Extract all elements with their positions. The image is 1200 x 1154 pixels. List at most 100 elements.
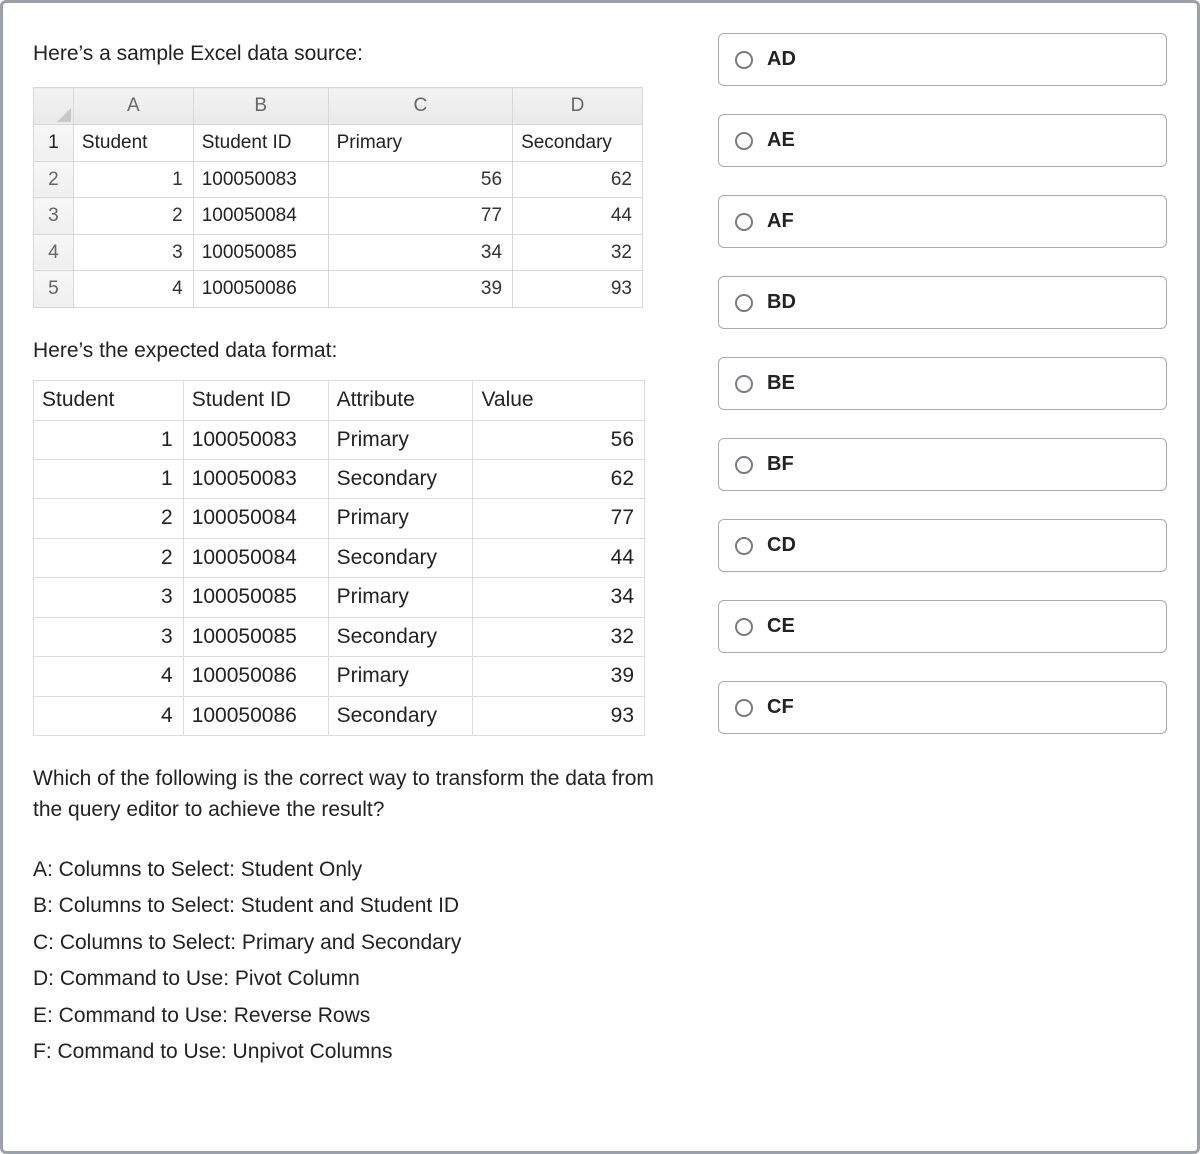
cell: 34 (328, 234, 512, 271)
answer-label: AF (767, 210, 794, 233)
answer-label: CF (767, 696, 794, 719)
cell: 100050085 (193, 234, 328, 271)
radio-icon (735, 51, 753, 69)
cell: 32 (513, 234, 643, 271)
answer-option-AF[interactable]: AF (718, 195, 1167, 248)
cell: 93 (473, 696, 645, 735)
answer-label: CD (767, 534, 796, 557)
cell: 3 (73, 234, 193, 271)
radio-icon (735, 294, 753, 312)
col-header-C: C (328, 88, 512, 125)
table-row: 3 100050085 Primary 34 (34, 578, 645, 617)
table-row: 4 3 100050085 34 32 (34, 234, 643, 271)
option-def-E: E: Command to Use: Reverse Rows (33, 1001, 688, 1031)
cell: Primary (328, 420, 473, 459)
cell: 100050083 (183, 420, 328, 459)
cell: 39 (473, 657, 645, 696)
cell: 2 (73, 198, 193, 235)
cell: 100050085 (183, 617, 328, 656)
th: Student (34, 381, 184, 420)
th: Student ID (183, 381, 328, 420)
radio-icon (735, 213, 753, 231)
cell: 77 (328, 198, 512, 235)
expected-label: Here’s the expected data format: (33, 336, 688, 366)
option-def-F: F: Command to Use: Unpivot Columns (33, 1037, 688, 1067)
row-header: 4 (34, 234, 74, 271)
answer-option-AD[interactable]: AD (718, 33, 1167, 86)
table-row: 5 4 100050086 39 93 (34, 271, 643, 308)
answer-label: CE (767, 615, 795, 638)
answer-label: AE (767, 129, 795, 152)
cell: Primary (328, 124, 512, 161)
answer-option-CF[interactable]: CF (718, 681, 1167, 734)
cell: 44 (513, 198, 643, 235)
option-def-C: C: Columns to Select: Primary and Second… (33, 928, 688, 958)
answer-option-AE[interactable]: AE (718, 114, 1167, 167)
th: Attribute (328, 381, 473, 420)
table-row: 2 1 100050083 56 62 (34, 161, 643, 198)
cell: 39 (328, 271, 512, 308)
cell: 100050084 (193, 198, 328, 235)
answer-label: BF (767, 453, 794, 476)
answer-option-BF[interactable]: BF (718, 438, 1167, 491)
table-row: 1 100050083 Primary 56 (34, 420, 645, 459)
answer-option-BE[interactable]: BE (718, 357, 1167, 410)
table-row: 4 100050086 Secondary 93 (34, 696, 645, 735)
cell: 3 (34, 617, 184, 656)
cell: 100050085 (183, 578, 328, 617)
cell: 1 (34, 460, 184, 499)
intro-text: Here’s a sample Excel data source: (33, 39, 688, 69)
cell: 3 (34, 578, 184, 617)
row-header: 5 (34, 271, 74, 308)
table-row: 2 100050084 Primary 77 (34, 499, 645, 538)
option-def-D: D: Command to Use: Pivot Column (33, 964, 688, 994)
table-row: 1 100050083 Secondary 62 (34, 460, 645, 499)
cell: 100050086 (183, 696, 328, 735)
radio-icon (735, 132, 753, 150)
cell: 93 (513, 271, 643, 308)
cell: 44 (473, 538, 645, 577)
answer-label: BD (767, 291, 796, 314)
row-header: 1 (34, 124, 74, 161)
cell: Primary (328, 578, 473, 617)
radio-icon (735, 618, 753, 636)
answer-label: BE (767, 372, 795, 395)
cell: 34 (473, 578, 645, 617)
radio-icon (735, 537, 753, 555)
cell: 1 (34, 420, 184, 459)
cell: Student (73, 124, 193, 161)
cell: 4 (34, 696, 184, 735)
cell: 100050084 (183, 499, 328, 538)
table-row: 3 100050085 Secondary 32 (34, 617, 645, 656)
cell: 2 (34, 538, 184, 577)
option-definitions: A: Columns to Select: Student Only B: Co… (33, 855, 688, 1068)
select-all-triangle-icon (57, 108, 71, 122)
answer-option-CE[interactable]: CE (718, 600, 1167, 653)
cell: 100050083 (183, 460, 328, 499)
col-header-B: B (193, 88, 328, 125)
cell: 100050086 (183, 657, 328, 696)
cell: 77 (473, 499, 645, 538)
answer-label: AD (767, 48, 796, 71)
radio-icon (735, 699, 753, 717)
row-header: 2 (34, 161, 74, 198)
answer-option-BD[interactable]: BD (718, 276, 1167, 329)
cell: 56 (328, 161, 512, 198)
answer-option-CD[interactable]: CD (718, 519, 1167, 572)
cell: 62 (513, 161, 643, 198)
cell: Primary (328, 499, 473, 538)
cell: 100050083 (193, 161, 328, 198)
cell: 4 (73, 271, 193, 308)
cell: Secondary (328, 696, 473, 735)
option-def-A: A: Columns to Select: Student Only (33, 855, 688, 885)
cell: Secondary (328, 460, 473, 499)
cell: 4 (34, 657, 184, 696)
row-header: 3 (34, 198, 74, 235)
table-row: 4 100050086 Primary 39 (34, 657, 645, 696)
expected-table: Student Student ID Attribute Value 1 100… (33, 380, 645, 736)
cell: 32 (473, 617, 645, 656)
select-all-corner (34, 88, 74, 125)
cell: Secondary (513, 124, 643, 161)
th: Value (473, 381, 645, 420)
table-row: 3 2 100050084 77 44 (34, 198, 643, 235)
